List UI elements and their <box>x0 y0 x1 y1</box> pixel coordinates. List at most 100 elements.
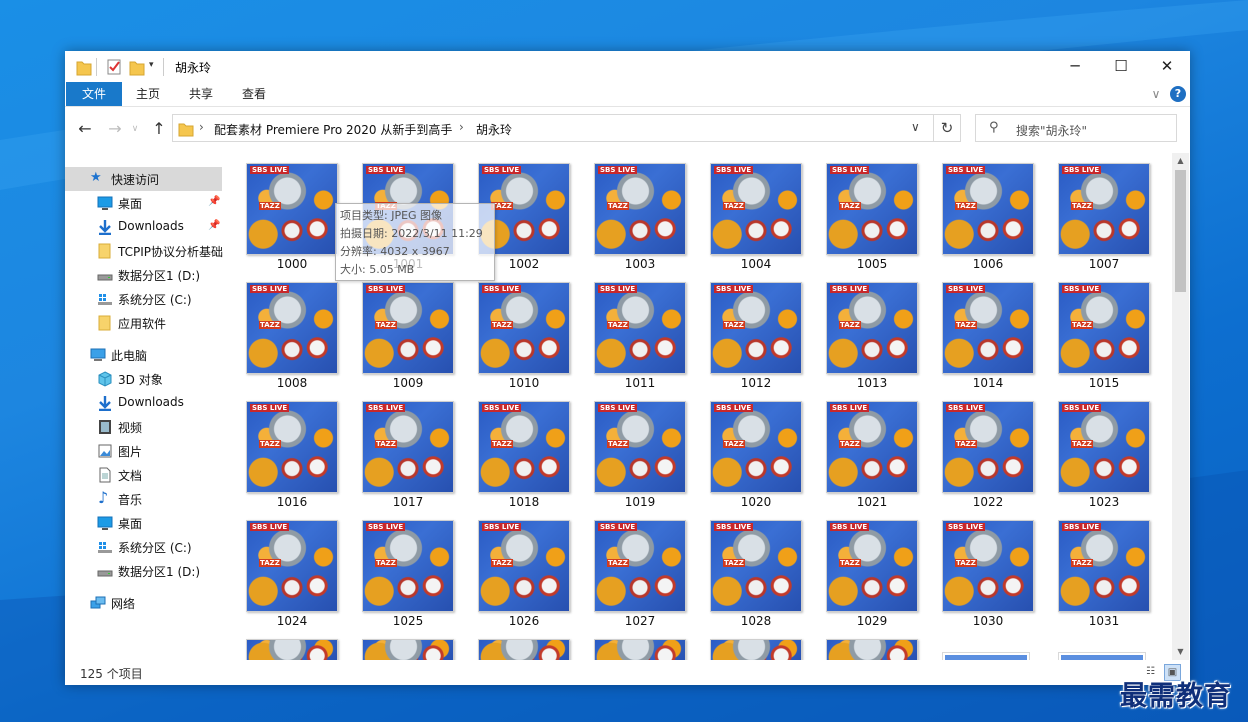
nav-item-documents[interactable]: 文档 <box>65 463 222 487</box>
help-icon[interactable]: ? <box>1170 86 1186 102</box>
image-thumbnail[interactable]: SBS LIVE TAZZ <box>1058 282 1150 374</box>
file-tile[interactable]: SBS LIVE TAZZ 1013 <box>826 282 918 392</box>
file-tile[interactable]: SBS LIVE TAZZ 1011 <box>594 282 686 392</box>
image-thumbnail[interactable]: SBS LIVE TAZZ <box>1058 401 1150 493</box>
image-thumbnail[interactable]: SBS LIVE TAZZ <box>942 401 1034 493</box>
image-thumbnail[interactable]: SBS LIVE TAZZ <box>1058 520 1150 612</box>
nav-item-pc-drive-d[interactable]: 数据分区1 (D:) <box>65 559 222 583</box>
file-tile[interactable]: SBS LIVE TAZZ 1012 <box>710 282 802 392</box>
address-bar[interactable]: › 配套素材 Premiere Pro 2020 从新手到高手 › 胡永玲 ∨ <box>172 114 961 142</box>
maximize-button[interactable]: ☐ <box>1098 51 1144 82</box>
file-tile[interactable]: SBS LIVE TAZZ 1024 <box>246 520 338 630</box>
image-thumbnail[interactable]: SBS LIVE TAZZ <box>826 282 918 374</box>
file-tile[interactable]: SBS LIVE TAZZ 1022 <box>942 401 1034 511</box>
nav-item-tcpip[interactable]: TCPIP协议分析基础 <box>65 239 223 263</box>
image-thumbnail[interactable]: SBS LIVE TAZZ <box>826 401 918 493</box>
image-thumbnail[interactable]: SBS LIVE TAZZ <box>710 520 802 612</box>
file-thumbnail-partial[interactable] <box>942 652 1030 660</box>
new-folder-icon[interactable] <box>129 58 145 76</box>
image-thumbnail[interactable]: SBS LIVE TAZZ <box>362 520 454 612</box>
image-thumbnail[interactable]: SBS LIVE TAZZ <box>710 401 802 493</box>
breadcrumb-separator[interactable]: › <box>459 120 464 134</box>
file-tile[interactable]: SBS LIVE TAZZ 1005 <box>826 163 918 273</box>
nav-item-desktop[interactable]: 桌面 📌 <box>65 191 222 215</box>
file-tile[interactable]: SBS LIVE TAZZ 1000 <box>246 163 338 273</box>
breadcrumb-current[interactable]: 胡永玲 <box>476 121 512 138</box>
file-tile[interactable]: SBS LIVE TAZZ 1029 <box>826 520 918 630</box>
search-input[interactable]: 搜索"胡永玲" <box>1016 122 1087 139</box>
file-tile[interactable]: SBS LIVE TAZZ 1019 <box>594 401 686 511</box>
nav-quick-access[interactable]: ★ 快速访问 <box>65 167 222 191</box>
nav-item-drive-c[interactable]: 系统分区 (C:) <box>65 287 222 311</box>
file-tile[interactable]: SBS LIVE TAZZ 1017 <box>362 401 454 511</box>
nav-item-downloads[interactable]: Downloads 📌 <box>65 215 222 239</box>
nav-item-drive-d[interactable]: 数据分区1 (D:) <box>65 263 222 287</box>
image-thumbnail[interactable]: SBS LIVE TAZZ <box>246 282 338 374</box>
scroll-up-icon[interactable]: ▲ <box>1172 153 1189 169</box>
nav-item-pc-downloads[interactable]: Downloads <box>65 391 222 415</box>
recent-locations-icon[interactable]: ∨ <box>124 117 146 141</box>
nav-item-3d[interactable]: 3D 对象 <box>65 367 222 391</box>
scrollbar-thumb[interactable] <box>1175 170 1186 292</box>
image-thumbnail[interactable]: SBS LIVE TAZZ <box>942 163 1034 255</box>
image-thumbnail[interactable]: SBS LIVE TAZZ <box>362 401 454 493</box>
file-tile[interactable]: SBS LIVE TAZZ 1007 <box>1058 163 1150 273</box>
tab-view[interactable]: 查看 <box>229 82 279 106</box>
file-tile[interactable]: SBS LIVE TAZZ 1010 <box>478 282 570 392</box>
image-thumbnail[interactable] <box>594 639 686 660</box>
nav-item-videos[interactable]: 视频 <box>65 415 222 439</box>
file-tile[interactable]: SBS LIVE TAZZ 1025 <box>362 520 454 630</box>
file-tile[interactable]: SBS LIVE TAZZ 1031 <box>1058 520 1150 630</box>
image-thumbnail[interactable]: SBS LIVE TAZZ <box>826 163 918 255</box>
pin-icon[interactable]: 📌 <box>208 220 220 231</box>
vertical-scrollbar[interactable]: ▲ ▼ <box>1172 153 1189 660</box>
file-tile[interactable]: SBS LIVE TAZZ 1026 <box>478 520 570 630</box>
image-thumbnail[interactable]: SBS LIVE TAZZ <box>246 520 338 612</box>
image-thumbnail[interactable] <box>710 639 802 660</box>
image-thumbnail[interactable]: SBS LIVE TAZZ <box>594 282 686 374</box>
image-thumbnail[interactable]: SBS LIVE TAZZ <box>362 282 454 374</box>
file-tile[interactable] <box>246 639 338 660</box>
image-thumbnail[interactable]: SBS LIVE TAZZ <box>710 163 802 255</box>
file-tile[interactable] <box>594 639 686 660</box>
image-thumbnail[interactable]: SBS LIVE TAZZ <box>942 520 1034 612</box>
nav-item-pictures[interactable]: 图片 <box>65 439 222 463</box>
properties-icon[interactable] <box>106 58 122 76</box>
file-tile[interactable] <box>710 639 802 660</box>
close-button[interactable]: ✕ <box>1144 51 1190 82</box>
nav-item-pc-desktop[interactable]: 桌面 <box>65 511 222 535</box>
file-tile[interactable]: SBS LIVE TAZZ 1023 <box>1058 401 1150 511</box>
customize-toolbar-icon[interactable]: ▾ <box>149 60 154 78</box>
file-tile[interactable]: SBS LIVE TAZZ 1028 <box>710 520 802 630</box>
file-tile[interactable]: SBS LIVE TAZZ 1009 <box>362 282 454 392</box>
image-thumbnail[interactable]: SBS LIVE TAZZ <box>826 520 918 612</box>
tab-file[interactable]: 文件 <box>66 82 122 106</box>
breadcrumb-separator[interactable]: › <box>199 120 204 134</box>
nav-item-music[interactable]: ♪ 音乐 <box>65 487 222 511</box>
nav-item-pc-drive-c[interactable]: 系统分区 (C:) <box>65 535 222 559</box>
image-thumbnail[interactable]: SBS LIVE TAZZ <box>246 163 338 255</box>
file-tile[interactable]: SBS LIVE TAZZ 1015 <box>1058 282 1150 392</box>
image-thumbnail[interactable]: SBS LIVE TAZZ <box>478 282 570 374</box>
image-thumbnail[interactable]: SBS LIVE TAZZ <box>594 520 686 612</box>
pin-icon[interactable]: 📌 <box>208 196 220 207</box>
file-tile[interactable] <box>362 639 454 660</box>
file-tile[interactable]: SBS LIVE TAZZ 1014 <box>942 282 1034 392</box>
nav-item-apps[interactable]: 应用软件 <box>65 311 222 335</box>
search-box[interactable]: ⚲ 搜索"胡永玲" <box>975 114 1177 142</box>
file-thumbnail-partial[interactable] <box>1058 652 1146 660</box>
file-tile[interactable]: SBS LIVE TAZZ 1027 <box>594 520 686 630</box>
breadcrumb-segment[interactable]: 配套素材 Premiere Pro 2020 从新手到高手 <box>214 121 452 138</box>
ribbon-expand-icon[interactable]: ∨ <box>1148 82 1164 106</box>
image-thumbnail[interactable]: SBS LIVE TAZZ <box>710 282 802 374</box>
image-thumbnail[interactable]: SBS LIVE TAZZ <box>942 282 1034 374</box>
file-tile[interactable] <box>478 639 570 660</box>
nav-this-pc[interactable]: 此电脑 <box>65 343 222 367</box>
image-thumbnail[interactable]: SBS LIVE TAZZ <box>478 520 570 612</box>
up-button[interactable]: ↑ <box>148 117 170 141</box>
file-tile[interactable]: SBS LIVE TAZZ 1004 <box>710 163 802 273</box>
file-tile[interactable]: SBS LIVE TAZZ 1018 <box>478 401 570 511</box>
file-tile[interactable] <box>826 639 918 660</box>
refresh-button[interactable]: ↻ <box>933 114 961 142</box>
nav-network[interactable]: 网络 <box>65 591 222 615</box>
